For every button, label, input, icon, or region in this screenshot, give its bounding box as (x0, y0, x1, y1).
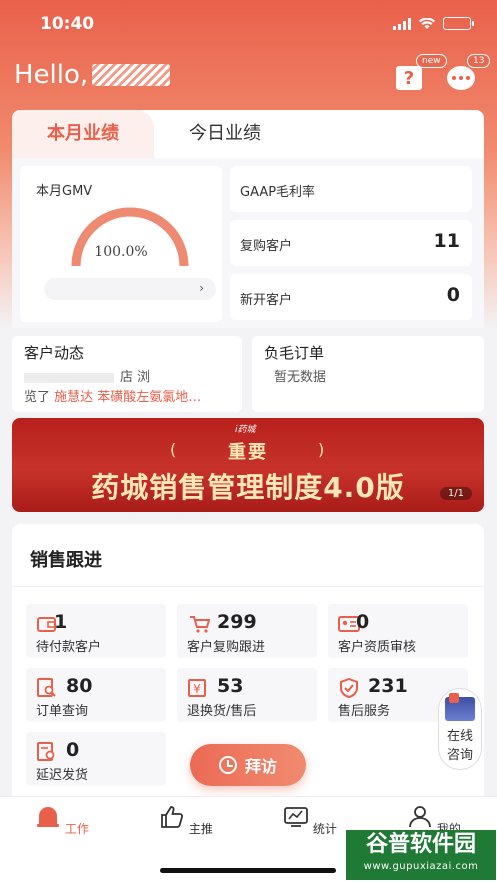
chat-bubble-icon (447, 66, 475, 90)
greeting: Hello, (14, 60, 171, 90)
signal-icon (393, 17, 411, 30)
clock-icon (218, 756, 237, 774)
delay-doc-icon (37, 742, 55, 761)
gmv-label: 本月GMV (36, 184, 93, 199)
negative-orders-title: 负毛订单 (264, 344, 325, 362)
yen-return-icon: ¥ (188, 679, 206, 697)
tile-qualification-review[interactable]: 0 客户资质审核 (328, 604, 468, 658)
tile-repurchase-followup[interactable]: 299 客户复购跟进 (177, 604, 317, 658)
svg-text:¥: ¥ (193, 682, 201, 696)
order-search-icon (37, 678, 56, 697)
user-icon (409, 806, 431, 828)
stat-repeat-customers[interactable]: 复购客户 11 (230, 220, 472, 266)
performance-card: 本月业绩 今日业绩 本月GMV 100.0% › GAAP毛利率 复购客户 11… (12, 110, 484, 328)
tab-featured[interactable]: 主推 (156, 805, 216, 837)
status-time: 10:40 (40, 14, 95, 34)
help-new-badge: new (416, 54, 447, 68)
messages-button[interactable]: 13 (447, 54, 491, 96)
status-bar: 10:40 (0, 0, 497, 50)
visit-button[interactable]: 拜访 (190, 744, 306, 786)
gmv-detail-pill[interactable]: › (44, 278, 216, 300)
banner-page-indicator: 1/1 (439, 487, 472, 500)
announcement-banner[interactable]: i药城 ( 重要 ) 药城销售管理制度4.0版 1/1 (12, 418, 484, 512)
site-watermark: 谷普软件园 www.gupuxiazai.com (346, 830, 496, 880)
banner-title: 药城销售管理制度4.0版 (91, 471, 405, 504)
tile-delayed-shipping[interactable]: 0 延迟发货 (26, 732, 166, 786)
tab-today[interactable]: 今日业绩 (154, 110, 296, 158)
tab-work[interactable]: 工作 (32, 805, 92, 837)
performance-tabs: 本月业绩 今日业绩 (12, 110, 484, 158)
customer-dynamics-card[interactable]: 客户动态 店 浏 览了 施慧达 苯磺酸左氨氯地… (12, 336, 242, 412)
home-indicator (160, 868, 336, 873)
battery-icon (443, 17, 474, 30)
shield-check-icon (340, 678, 358, 698)
customer-dynamics-title: 客户动态 (24, 344, 85, 362)
stat-new-customers[interactable]: 新开客户 0 (230, 274, 472, 320)
gmv-gauge (71, 207, 189, 267)
tile-pending-payment[interactable]: 1 待付款客户 (26, 604, 166, 658)
tab-this-month[interactable]: 本月业绩 (12, 110, 154, 158)
tile-order-query[interactable]: 80 订单查询 (26, 668, 166, 722)
cart-icon (190, 616, 211, 633)
banner-logo: i药城 (235, 425, 256, 435)
help-icon: ? (396, 66, 422, 90)
redacted-store-name (24, 372, 114, 383)
bell-work-icon (37, 807, 60, 827)
negative-orders-card[interactable]: 负毛订单 暂无数据 (252, 336, 484, 412)
chevron-right-icon: › (199, 281, 204, 295)
help-button[interactable]: ? new (396, 54, 447, 96)
message-count-badge: 13 (467, 54, 491, 68)
chart-monitor-icon (284, 807, 308, 827)
divider (12, 586, 484, 587)
building-icon (445, 693, 475, 721)
product-link[interactable]: 施慧达 苯磺酸左氨氯地… (54, 390, 201, 405)
sales-followup-title: 销售跟进 (30, 550, 102, 571)
no-data-text: 暂无数据 (274, 370, 327, 385)
thumbs-up-icon (161, 806, 184, 828)
banner-subtitle: 重要 (228, 442, 268, 463)
redacted-username (92, 64, 171, 86)
sales-followup-card: 销售跟进 1 待付款客户 299 客户复购跟进 0 客户资质审核 80 订单查询… (12, 524, 484, 814)
stat-gaap-margin[interactable]: GAAP毛利率 (230, 166, 472, 212)
gmv-panel[interactable]: 本月GMV 100.0% › (20, 166, 222, 322)
wifi-icon (419, 17, 435, 29)
bracket-right-icon: ) (318, 440, 325, 459)
online-consult-button[interactable]: 在线 咨询 (438, 688, 482, 770)
gmv-percent: 100.0% (94, 244, 148, 260)
tile-returns[interactable]: ¥ 53 退换货/售后 (177, 668, 317, 722)
tab-statistics[interactable]: 统计 (280, 805, 340, 837)
